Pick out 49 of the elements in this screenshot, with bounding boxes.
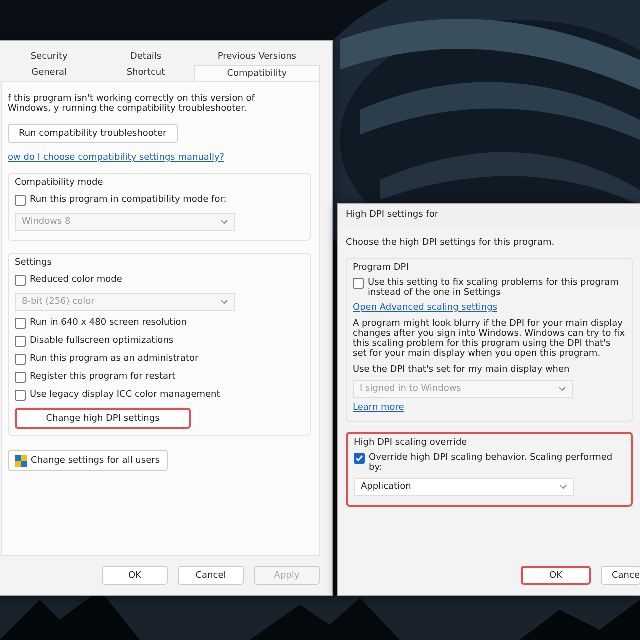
manual-settings-link[interactable]: ow do I choose compatibility settings manually? bbox=[8, 153, 225, 163]
shield-icon bbox=[15, 454, 27, 466]
checkbox[interactable] bbox=[354, 453, 365, 464]
link[interactable]: Open Advanced scaling settings bbox=[353, 303, 498, 313]
tab[interactable]: Compatibility bbox=[194, 65, 320, 81]
chevron-down-icon bbox=[221, 300, 228, 304]
dialog-button[interactable]: OK bbox=[102, 566, 168, 585]
heading-text: Choose the high DPI settings for this program. bbox=[346, 238, 556, 248]
window-title: High DPI settings for bbox=[346, 210, 439, 220]
checkbox[interactable] bbox=[15, 390, 26, 401]
checkbox-label: Register this program for restart bbox=[30, 372, 176, 382]
checkbox-label: Run this program in compatibility mode for: bbox=[30, 195, 227, 205]
dialog-button[interactable]: OK bbox=[521, 566, 591, 585]
group-title: Program DPI bbox=[353, 263, 410, 273]
group-title: Compatibility mode bbox=[15, 178, 104, 188]
tab[interactable]: Previous Versions bbox=[194, 49, 320, 65]
checkbox[interactable] bbox=[15, 195, 26, 206]
dialog-button[interactable]: Cancel bbox=[178, 566, 244, 585]
tab[interactable]: Security bbox=[1, 49, 98, 65]
group-title: High DPI scaling override bbox=[354, 438, 468, 448]
checkbox-label: Disable fullscreen optimizations bbox=[30, 336, 174, 346]
checkbox[interactable] bbox=[15, 275, 26, 286]
checkbox-label: Run this program as an administrator bbox=[30, 354, 199, 364]
troubleshooter-button[interactable]: Run compatibility troubleshooter bbox=[8, 124, 178, 143]
group-title: Settings bbox=[15, 258, 53, 268]
change-dpi-button[interactable]: Change high DPI settings bbox=[15, 408, 191, 429]
dropdown[interactable]: Application bbox=[354, 478, 574, 496]
link[interactable]: Learn more bbox=[353, 403, 404, 413]
checkbox-label: Override high DPI scaling behavior. Scaling performed by: bbox=[369, 453, 614, 473]
checkbox-label: Run in 640 x 480 screen resolution bbox=[30, 318, 187, 328]
checkbox[interactable] bbox=[15, 372, 26, 383]
intro-text: f this program isn't working correctly on this version of Windows, y running the compatibility troubleshooter. bbox=[8, 94, 256, 114]
chevron-down-icon bbox=[560, 484, 567, 490]
checkbox-label: Reduced color mode bbox=[30, 275, 122, 285]
chevron-down-icon bbox=[559, 386, 566, 392]
checkbox[interactable] bbox=[353, 278, 364, 289]
checkbox-label: Use this setting to fix scaling problems for this program instead of the one in Settings bbox=[368, 278, 620, 298]
tab[interactable]: General bbox=[1, 65, 98, 81]
dialog-button[interactable]: Cance bbox=[601, 566, 640, 585]
checkbox-label: Use legacy display ICC color management bbox=[30, 390, 220, 400]
all-users-button[interactable]: Change settings for all users bbox=[8, 450, 168, 471]
checkbox[interactable] bbox=[15, 354, 26, 365]
checkbox[interactable] bbox=[15, 318, 26, 329]
description-text: Use the DPI that's set for my main display when bbox=[353, 365, 571, 375]
tab[interactable]: Details bbox=[98, 49, 194, 65]
description-text: A program might look blurry if the DPI for your main display changes after you sign into Windows. Windows can try to fix this scaling problem for this program using the DPI that's set for your main display when you open this program. bbox=[353, 319, 626, 359]
checkbox[interactable] bbox=[15, 336, 26, 347]
chevron-down-icon bbox=[221, 220, 228, 224]
tab[interactable]: Shortcut bbox=[98, 65, 194, 81]
